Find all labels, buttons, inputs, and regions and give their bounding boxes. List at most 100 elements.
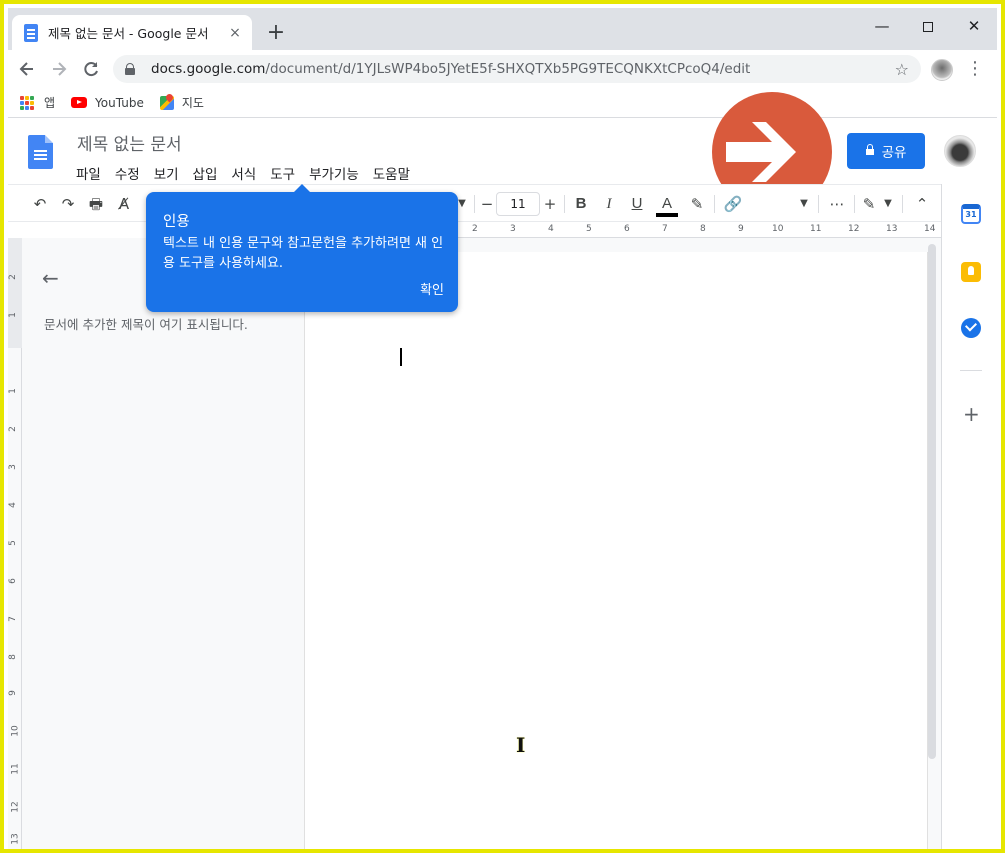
- tooltip-ok-button[interactable]: 확인: [420, 279, 444, 298]
- menu-edit[interactable]: 수정: [115, 163, 140, 183]
- edit-mode-dropdown-icon[interactable]: ▼: [882, 194, 894, 214]
- bookmark-label: 앱: [44, 96, 56, 110]
- share-label: 공유: [881, 145, 907, 161]
- spellcheck-icon[interactable]: A̸: [114, 194, 134, 214]
- bookmark-label: 지도: [181, 96, 204, 110]
- document-title[interactable]: 제목 없는 문서: [77, 130, 182, 155]
- maps-icon: [159, 95, 174, 110]
- account-avatar[interactable]: [944, 135, 976, 167]
- lock-icon: [125, 63, 135, 75]
- ruler-number: 9: [8, 690, 18, 696]
- tooltip-title: 인용: [163, 214, 190, 230]
- ruler-number: 1: [8, 388, 18, 394]
- back-arrow-icon[interactable]: [16, 58, 38, 80]
- undo-icon[interactable]: ↶: [30, 194, 50, 214]
- menu-view[interactable]: 보기: [154, 163, 179, 183]
- forward-arrow-icon[interactable]: [48, 58, 70, 80]
- new-tab-button[interactable]: +: [264, 21, 288, 45]
- link-icon[interactable]: 🔗: [722, 194, 744, 214]
- apps-grid-icon: [20, 95, 34, 110]
- menu-file[interactable]: 파일: [76, 163, 101, 183]
- tab-strip: 제목 없는 문서 - Google 문서 × + — ✕: [8, 8, 997, 50]
- browser-toolbar: docs.google.com/document/d/1YJLsWP4bo5JY…: [8, 50, 997, 88]
- collapse-menu-chevron-up-icon[interactable]: ⌃: [912, 194, 932, 214]
- ruler-number: 13: [10, 833, 21, 845]
- increase-font-size-button[interactable]: +: [542, 194, 558, 214]
- underline-button[interactable]: U: [628, 194, 646, 214]
- url-text: docs.google.com/document/d/1YJLsWP4bo5JY…: [151, 61, 751, 77]
- tooltip-pointer: [294, 184, 310, 192]
- decrease-font-size-button[interactable]: −: [480, 194, 494, 214]
- side-panel: 31 +: [941, 184, 997, 849]
- document-page[interactable]: [304, 252, 928, 849]
- menu-addons[interactable]: 부가기능: [309, 163, 359, 183]
- ruler-number: 11: [810, 224, 822, 234]
- menu-format[interactable]: 서식: [231, 163, 256, 183]
- address-bar[interactable]: docs.google.com/document/d/1YJLsWP4bo5JY…: [113, 55, 921, 83]
- tooltip-body: 텍스트 내 인용 문구와 참고문헌을 추가하려면 새 인용 도구를 사용하세요.: [163, 236, 444, 271]
- citation-tooltip: 인용 텍스트 내 인용 문구와 참고문헌을 추가하려면 새 인용 도구를 사용하…: [146, 184, 458, 312]
- font-size-input[interactable]: 11: [496, 192, 540, 216]
- close-outline-arrow-icon[interactable]: ←: [42, 266, 59, 290]
- ruler-number: 8: [700, 224, 706, 234]
- menu-insert[interactable]: 삽입: [193, 163, 218, 183]
- menu-tools[interactable]: 도구: [270, 163, 295, 183]
- docs-logo-icon[interactable]: [28, 135, 53, 169]
- keep-icon[interactable]: [961, 262, 981, 282]
- side-panel-divider: [960, 370, 982, 371]
- browser-window: 제목 없는 문서 - Google 문서 × + — ✕ docs.google…: [8, 8, 997, 849]
- share-button[interactable]: 공유: [847, 133, 925, 169]
- window-maximize-button[interactable]: [905, 12, 951, 42]
- toolbar-divider: [902, 195, 903, 213]
- more-options-icon[interactable]: ⋯: [826, 194, 848, 214]
- bookmark-youtube[interactable]: YouTube: [71, 96, 144, 110]
- ruler-number: 2: [8, 426, 18, 432]
- window-close-button[interactable]: ✕: [951, 12, 997, 42]
- bookmark-apps[interactable]: 앱: [20, 94, 55, 111]
- bookmark-label: YouTube: [95, 95, 144, 110]
- vertical-ruler[interactable]: 2 1 1 2 3 4 5 6 7 8 9 10 11 12 13: [8, 238, 22, 849]
- edit-mode-pencil-icon[interactable]: ✎: [860, 194, 878, 214]
- toolbar-divider: [564, 195, 565, 213]
- maximize-icon: [923, 21, 933, 32]
- dropdown-arrow-icon[interactable]: ▼: [798, 194, 810, 214]
- bookmark-maps[interactable]: 지도: [159, 94, 204, 111]
- add-addon-plus-icon[interactable]: +: [963, 402, 980, 426]
- toolbar-divider: [714, 195, 715, 213]
- browser-tab[interactable]: 제목 없는 문서 - Google 문서 ×: [12, 15, 252, 50]
- ruler-number: 2: [472, 224, 478, 234]
- youtube-icon: [71, 97, 88, 108]
- ruler-number: 5: [8, 540, 18, 546]
- vertical-scrollbar[interactable]: [928, 244, 936, 759]
- tasks-icon[interactable]: [961, 318, 981, 338]
- ruler-number: 9: [738, 224, 744, 234]
- toolbar-divider: [818, 195, 819, 213]
- outline-empty-message: 문서에 추가한 제목이 여기 표시됩니다.: [44, 317, 248, 332]
- ruler-number: 6: [624, 224, 630, 234]
- italic-button[interactable]: I: [600, 194, 618, 214]
- ruler-number: 4: [548, 224, 554, 234]
- calendar-icon[interactable]: 31: [961, 204, 981, 224]
- mouse-ibeam-cursor-icon: I: [516, 733, 526, 757]
- menu-help[interactable]: 도움말: [373, 163, 410, 183]
- bookmark-star-icon[interactable]: ☆: [895, 60, 909, 79]
- redo-icon[interactable]: ↷: [58, 194, 78, 214]
- tab-close-icon[interactable]: ×: [226, 25, 244, 41]
- text-color-button[interactable]: A: [656, 194, 678, 214]
- ruler-number: 13: [886, 224, 898, 234]
- highlight-pen-icon[interactable]: ✎: [686, 194, 708, 214]
- ruler-number: 10: [10, 725, 21, 737]
- screenshot-frame: 제목 없는 문서 - Google 문서 × + — ✕ docs.google…: [0, 0, 1005, 853]
- ruler-number: 2: [8, 274, 18, 280]
- ruler-number: 12: [10, 801, 21, 813]
- bold-button[interactable]: B: [572, 194, 590, 214]
- window-minimize-button[interactable]: —: [859, 12, 905, 42]
- menu-bar: 파일 수정 보기 삽입 서식 도구 부가기능 도움말: [76, 163, 424, 183]
- reload-icon[interactable]: [80, 58, 102, 80]
- toolbar-divider: [854, 195, 855, 213]
- ruler-number: 5: [586, 224, 592, 234]
- browser-profile-avatar[interactable]: [931, 59, 953, 81]
- ruler-number: 8: [8, 654, 18, 660]
- print-icon[interactable]: 🖶: [86, 194, 106, 214]
- browser-menu-icon[interactable]: ⋮: [966, 59, 984, 79]
